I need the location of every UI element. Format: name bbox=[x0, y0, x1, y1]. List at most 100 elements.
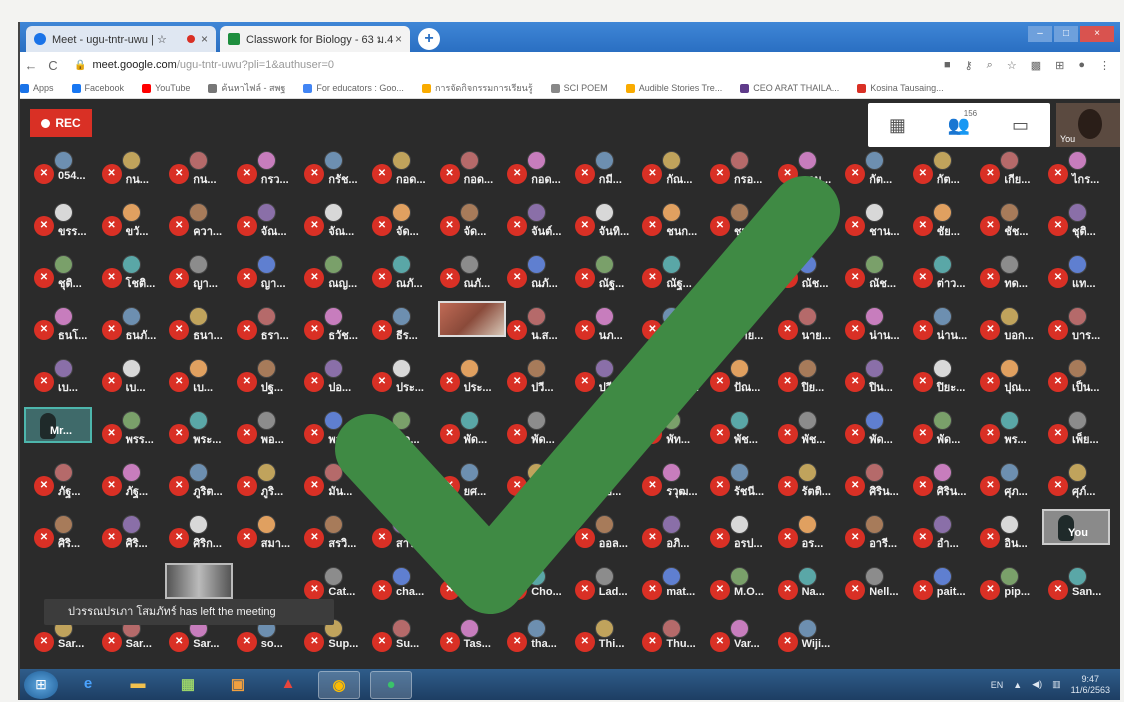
participant-tile[interactable]: ✕ ปอ... bbox=[298, 357, 366, 397]
participant-tile[interactable]: ✕ บอก... bbox=[974, 305, 1042, 345]
taskbar-pdf-reader-icon[interactable]: ▲ bbox=[268, 671, 308, 697]
participant-tile[interactable]: ✕ กัต... bbox=[907, 149, 975, 189]
participant-tile[interactable]: ✕ สรวิ... bbox=[298, 513, 366, 553]
participant-tile[interactable]: ✕ มัน... bbox=[298, 461, 366, 501]
participant-tile[interactable]: ✕ Thu... bbox=[636, 617, 704, 657]
participant-tile[interactable]: ✕ ชัช... bbox=[974, 201, 1042, 241]
taskbar-presentation-app-icon[interactable]: ▣ bbox=[218, 671, 258, 697]
participant-tile[interactable]: ✕ ธนโ... bbox=[28, 305, 96, 345]
layout-grid-icon[interactable]: ▦ bbox=[889, 115, 906, 136]
participant-tile[interactable]: ✕ Cho... bbox=[501, 565, 569, 605]
key-icon[interactable]: ⚷ bbox=[965, 59, 973, 72]
participant-tile[interactable]: ✕ จันทิ... bbox=[569, 201, 637, 241]
participant-tile[interactable]: ✕ อารี... bbox=[839, 513, 907, 553]
participant-tile[interactable]: ✕ Cha... bbox=[434, 565, 502, 605]
participant-tile[interactable]: ✕ ศิริก... bbox=[163, 513, 231, 553]
participant-tile[interactable]: ✕ กัณ... bbox=[636, 149, 704, 189]
participant-tile[interactable]: ✕ เบ... bbox=[28, 357, 96, 397]
participant-tile[interactable]: ✕ ปวี... bbox=[501, 357, 569, 397]
participant-tile[interactable]: ✕ ปิน... bbox=[839, 357, 907, 397]
participant-tile[interactable]: ✕ ยศ... bbox=[434, 461, 502, 501]
participant-tile[interactable]: ✕ พัด... bbox=[434, 409, 502, 449]
tab-meet[interactable]: Meet - ugu-tntr-uwu | ☆ × bbox=[26, 26, 216, 52]
video-tile-lecturer[interactable]: Mr... bbox=[24, 407, 92, 443]
tab-close-icon[interactable]: × bbox=[395, 32, 402, 46]
taskbar-file-explorer-icon[interactable]: ▬ bbox=[118, 671, 158, 697]
participant-tile[interactable]: ✕ ณัฐ... bbox=[569, 253, 637, 293]
profile-avatar-icon[interactable]: ● bbox=[1078, 59, 1085, 72]
participant-tile[interactable]: ✕ ขวั... bbox=[96, 201, 164, 241]
participant-tile[interactable]: ✕ นาย... bbox=[636, 305, 704, 345]
participant-tile[interactable]: ✕ พัด... bbox=[839, 409, 907, 449]
participant-tile[interactable]: ✕ รชิ... bbox=[569, 461, 637, 501]
participant-tile[interactable]: ✕ นาย... bbox=[704, 305, 772, 345]
participant-tile[interactable]: ✕ เกีย... bbox=[974, 149, 1042, 189]
taskbar-chrome-icon[interactable]: ◉ bbox=[318, 670, 360, 699]
bookmark-item[interactable]: YouTube bbox=[142, 83, 190, 93]
participant-tile[interactable]: ✕ เป็น... bbox=[1042, 357, 1110, 397]
participant-tile[interactable]: ✕ ปวีณ... bbox=[569, 357, 637, 397]
participant-tile[interactable]: ✕ ภัฐ... bbox=[28, 461, 96, 501]
participant-tile[interactable]: ✕ สาร... bbox=[366, 513, 434, 553]
participant-tile[interactable]: ✕ ชนา... bbox=[704, 201, 772, 241]
participant-tile[interactable]: ✕ Na... bbox=[772, 565, 840, 605]
participant-tile[interactable]: ✕ กน... bbox=[163, 149, 231, 189]
bookmark-star-icon[interactable]: ☆ bbox=[1007, 59, 1017, 72]
address-bar[interactable]: 🔒 meet.google.com /ugu-tntr-uwu?pli=1&au… bbox=[74, 55, 894, 75]
participant-tile[interactable]: ✕ ยุพ... bbox=[501, 461, 569, 501]
participant-tile[interactable]: ✕ ณภั... bbox=[366, 253, 434, 293]
language-indicator[interactable]: EN bbox=[991, 680, 1004, 690]
clock[interactable]: 9:47 11/6/2563 bbox=[1071, 674, 1110, 696]
participant-tile[interactable]: ✕ ณัช... bbox=[839, 253, 907, 293]
close-window-button[interactable]: × bbox=[1080, 26, 1114, 42]
minimize-button[interactable]: – bbox=[1028, 26, 1052, 42]
tab-classwork[interactable]: Classwork for Biology - 63 ม.4 × bbox=[220, 26, 410, 52]
participant-tile[interactable]: ✕ ศุภ์... bbox=[1042, 461, 1110, 501]
bookmark-item[interactable]: CEO ARAT THAILA... bbox=[740, 83, 839, 93]
participant-tile[interactable]: ✕ Var... bbox=[704, 617, 772, 657]
participant-tile[interactable]: ✕ พระ... bbox=[163, 409, 231, 449]
zoom-icon[interactable]: ⌕ bbox=[987, 59, 993, 72]
participant-tile[interactable]: ✕ กอด... bbox=[434, 149, 502, 189]
participant-tile[interactable]: ✕ น่าน... bbox=[907, 305, 975, 345]
participant-tile[interactable]: ✕ Tas... bbox=[434, 617, 502, 657]
start-button[interactable]: ⊞ bbox=[24, 670, 58, 699]
participant-tile[interactable]: ✕ pait... bbox=[907, 565, 975, 605]
menu-icon[interactable]: ⋮ bbox=[1099, 59, 1110, 72]
participant-tile[interactable]: ✕ อร... bbox=[772, 513, 840, 553]
participant-tile[interactable]: ✕ ธนภั... bbox=[96, 305, 164, 345]
maximize-button[interactable]: □ bbox=[1054, 26, 1078, 42]
participant-tile[interactable]: ✕ กาน... bbox=[772, 149, 840, 189]
participant-tile[interactable]: ✕ ธนา... bbox=[163, 305, 231, 345]
participant-tile[interactable]: ✕ cha... bbox=[366, 565, 434, 605]
participant-tile[interactable]: ✕ ภัฐ... bbox=[96, 461, 164, 501]
participant-tile[interactable]: ✕ สหร... bbox=[501, 513, 569, 553]
participant-tile[interactable]: ✕ กอด... bbox=[366, 149, 434, 189]
participant-tile[interactable]: ✕ ภูริต... bbox=[163, 461, 231, 501]
participant-tile[interactable]: ✕ พัด... bbox=[501, 409, 569, 449]
participant-tile[interactable]: ✕ บาร... bbox=[1042, 305, 1110, 345]
participant-tile[interactable]: ✕ tha... bbox=[501, 617, 569, 657]
participant-tile[interactable]: ✕ กรว... bbox=[231, 149, 299, 189]
participant-tile[interactable]: ✕ ปิย... bbox=[772, 357, 840, 397]
participant-tile[interactable]: ✕ ศิริน... bbox=[907, 461, 975, 501]
reload-button[interactable]: C bbox=[42, 58, 64, 73]
bookmark-item[interactable]: SCI POEM bbox=[550, 83, 608, 93]
participant-tile[interactable]: ✕ ณภั... bbox=[501, 253, 569, 293]
self-preview[interactable]: You bbox=[1056, 103, 1120, 147]
participant-tile[interactable]: ✕ พัด... bbox=[907, 409, 975, 449]
participant-tile[interactable]: ✕ จัด... bbox=[366, 201, 434, 241]
participant-tile[interactable]: ✕ ขรร... bbox=[28, 201, 96, 241]
participant-tile[interactable]: ✕ จัด... bbox=[434, 201, 502, 241]
participant-tile[interactable]: ✕ พัท... bbox=[636, 409, 704, 449]
taskbar-media-center-icon[interactable]: ▦ bbox=[168, 671, 208, 697]
participant-tile[interactable]: ✕ mat... bbox=[636, 565, 704, 605]
participant-tile[interactable]: ✕ ณภั... bbox=[434, 253, 502, 293]
bookmark-item[interactable]: For educators : Goo... bbox=[303, 83, 404, 93]
chat-icon[interactable]: ▭ bbox=[1012, 115, 1029, 136]
participant-tile[interactable]: ✕ พอ... bbox=[298, 409, 366, 449]
participant-tile[interactable]: ✕ กรอ... bbox=[704, 149, 772, 189]
video-tile-presenting[interactable] bbox=[165, 563, 234, 599]
participant-tile[interactable]: ✕ อรป... bbox=[704, 513, 772, 553]
participant-tile[interactable]: ✕ นภ... bbox=[569, 305, 637, 345]
